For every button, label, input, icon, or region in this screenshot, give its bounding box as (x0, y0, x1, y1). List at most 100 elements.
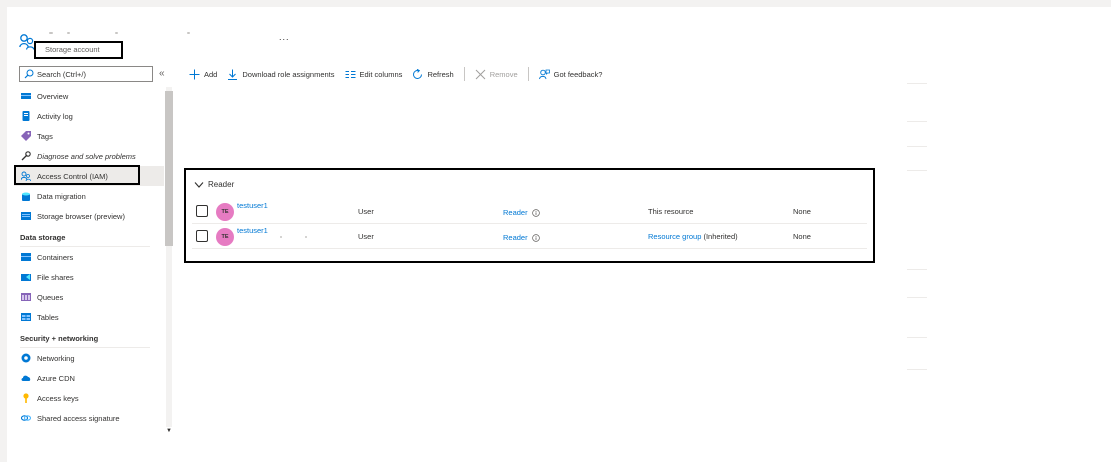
sidebar-item-overview[interactable]: Overview (14, 86, 164, 106)
sidebar-item-storage-browser[interactable]: Storage browser (preview) (14, 206, 164, 226)
title-redacted (67, 32, 70, 34)
role-assignments-group: Reader TE testuser1 User Reader This res… (184, 168, 875, 263)
divider (907, 337, 927, 338)
scope: Resource group (Inherited) (648, 232, 738, 241)
divider (907, 83, 927, 84)
edit-columns-button[interactable]: Edit columns (345, 69, 402, 80)
sidebar-nav: Overview Activity log Tags Diagnose and … (14, 86, 164, 428)
sidebar-item-label: Tables (37, 312, 59, 322)
sidebar-item-tags[interactable]: Tags (14, 126, 164, 146)
remove-button[interactable]: Remove (475, 69, 518, 80)
divider (907, 121, 927, 122)
download-icon (228, 69, 238, 80)
user-name-link[interactable]: testuser1 (237, 226, 268, 235)
sidebar-item-containers[interactable]: Containers (14, 247, 164, 267)
page: ... Storage account Search (Ctrl+/) « Ov… (7, 7, 1111, 462)
condition: None (793, 232, 811, 241)
info-icon[interactable] (531, 208, 540, 217)
sidebar-item-access-keys[interactable]: Access keys (14, 388, 164, 408)
refresh-button[interactable]: Refresh (412, 68, 454, 80)
search-input[interactable]: Search (Ctrl+/) (19, 66, 153, 82)
sidebar-scrollbar[interactable]: ▼ (165, 87, 173, 434)
sidebar-item-networking[interactable]: Networking (14, 348, 164, 368)
selection-highlight (14, 165, 140, 185)
sidebar-item-access-control[interactable]: Access Control (IAM) (14, 165, 164, 186)
user-name-link[interactable]: testuser1 (237, 201, 268, 210)
scroll-thumb[interactable] (165, 91, 173, 246)
role-link[interactable]: Reader (503, 208, 540, 217)
refresh-icon (413, 68, 423, 79)
scope-link[interactable]: Resource group (648, 232, 701, 241)
scope-text: (Inherited) (701, 232, 738, 241)
sidebar-item-tables[interactable]: Tables (14, 307, 164, 327)
row-checkbox[interactable] (196, 230, 208, 242)
download-label: Download role assignments (242, 69, 335, 79)
refresh-label: Refresh (427, 69, 454, 79)
sidebar-item-label: Queues (37, 292, 64, 302)
tag-icon (21, 131, 31, 141)
sidebar-item-label: Activity log (37, 111, 73, 121)
redacted-text (280, 236, 282, 238)
add-label: Add (204, 69, 218, 79)
divider (907, 369, 927, 370)
key-icon (23, 393, 29, 403)
plus-icon (189, 69, 200, 79)
section-security-networking: Security + networking (20, 334, 99, 343)
feedback-button[interactable]: Got feedback? (538, 69, 603, 80)
more-button[interactable]: ... (279, 32, 290, 42)
wrench-icon (21, 151, 31, 161)
scroll-down-icon[interactable]: ▼ (166, 428, 172, 434)
sidebar-item-label: Storage browser (preview) (37, 211, 125, 221)
divider (907, 146, 927, 147)
divider (907, 269, 927, 270)
download-role-assignments-button[interactable]: Download role assignments (227, 69, 335, 80)
link-icon (21, 415, 31, 421)
containers-icon (21, 253, 31, 261)
columns-icon (345, 70, 355, 78)
group-label: Reader (208, 180, 235, 189)
cloud-icon (21, 375, 31, 381)
title-redacted (49, 32, 53, 34)
sidebar-item-label: Networking (37, 353, 75, 363)
sidebar-item-azure-cdn[interactable]: Azure CDN (14, 368, 164, 388)
collapse-sidebar-button[interactable]: « (159, 68, 165, 79)
sidebar-item-label: Containers (37, 252, 74, 262)
search-placeholder: Search (Ctrl+/) (37, 69, 86, 79)
overview-icon (21, 93, 31, 99)
group-header-reader[interactable]: Reader (194, 180, 234, 189)
role-link[interactable]: Reader (503, 233, 540, 242)
people-icon (19, 34, 35, 50)
toolbar-divider (463, 67, 465, 81)
file-shares-icon (21, 274, 31, 281)
add-button[interactable]: Add (189, 69, 217, 80)
data-migration-icon (22, 192, 30, 201)
activity-log-icon (22, 111, 30, 121)
command-bar: Add Download role assignments Edit colum… (189, 67, 612, 81)
sidebar-item-shared-access-signature[interactable]: Shared access signature (14, 408, 164, 428)
row-checkbox[interactable] (196, 205, 208, 217)
condition: None (793, 207, 811, 216)
sidebar-item-activity-log[interactable]: Activity log (14, 106, 164, 126)
storage-browser-icon (21, 212, 31, 220)
close-icon (475, 69, 486, 79)
feedback-icon (538, 69, 550, 79)
feedback-label: Got feedback? (553, 69, 603, 79)
sidebar-item-file-shares[interactable]: File shares (14, 267, 164, 287)
sidebar-item-label: File shares (37, 272, 74, 282)
table-row: TE testuser1 User Reader This resource N… (192, 199, 867, 224)
toolbar-divider (527, 67, 529, 81)
sidebar-item-label: Tags (37, 131, 53, 141)
resource-type-label: Storage account (34, 41, 123, 59)
title-redacted (187, 32, 190, 34)
info-icon[interactable] (531, 233, 540, 242)
role-label: Reader (503, 233, 528, 242)
sidebar-item-diagnose[interactable]: Diagnose and solve problems (14, 146, 164, 166)
scope: This resource (648, 207, 693, 216)
sidebar-item-data-migration[interactable]: Data migration (14, 186, 164, 206)
principal-type: User (358, 207, 374, 216)
sidebar-item-queues[interactable]: Queues (14, 287, 164, 307)
title-redacted (115, 32, 118, 34)
queues-icon (21, 293, 31, 301)
remove-label: Remove (489, 69, 518, 79)
avatar: TE (216, 203, 234, 221)
